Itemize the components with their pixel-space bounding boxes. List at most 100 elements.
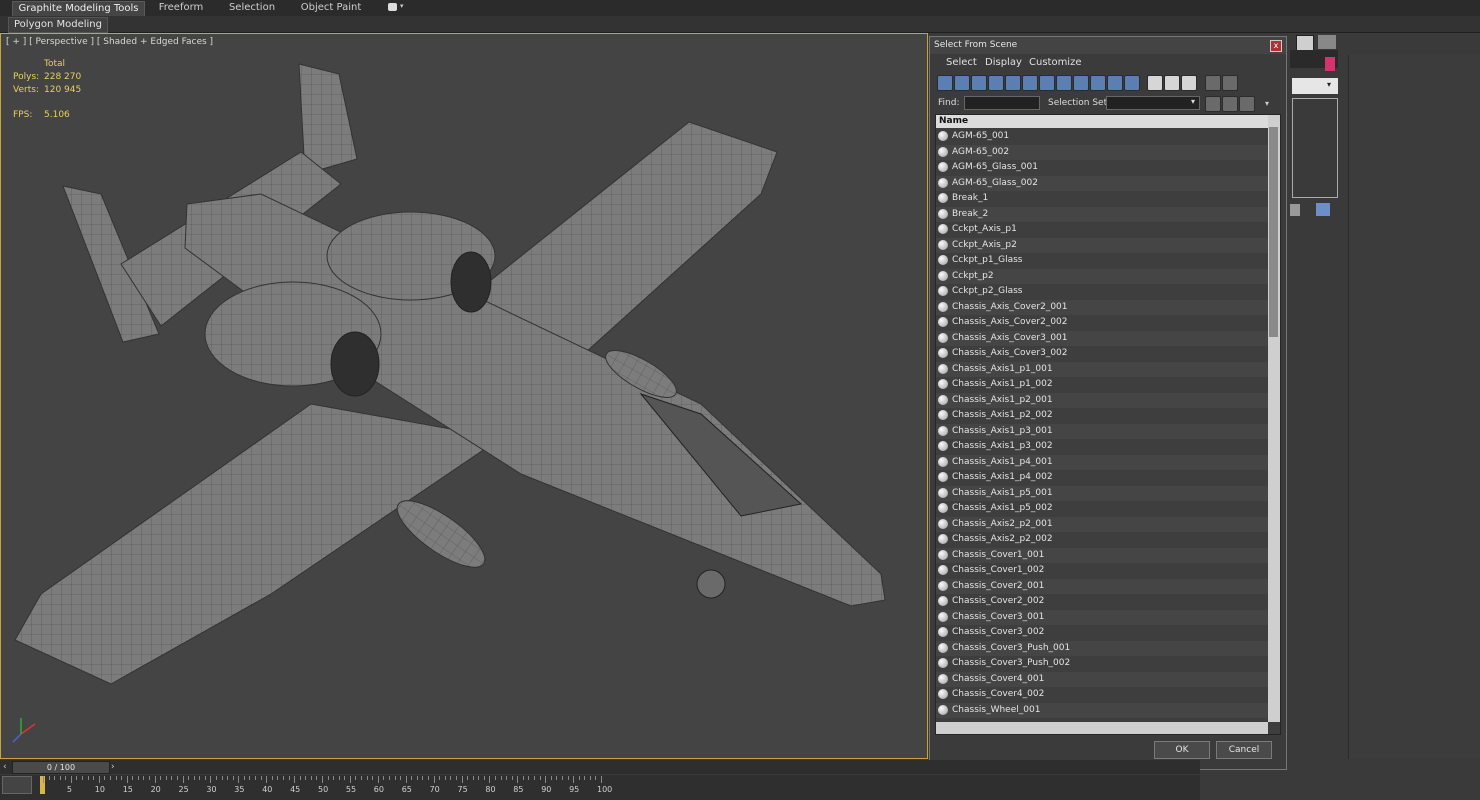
list-item[interactable]: Chassis_Axis2_p2_002 — [936, 532, 1268, 548]
list-item[interactable]: AGM-65_Glass_002 — [936, 175, 1268, 191]
list-item[interactable]: Chassis_Cover3_Push_002 — [936, 656, 1268, 672]
command-dropdown[interactable] — [1292, 78, 1338, 94]
remove-from-set-icon[interactable] — [1239, 96, 1255, 112]
chevron-down-icon[interactable]: ▾ — [400, 2, 404, 10]
selection-set-dropdown[interactable] — [1106, 96, 1200, 110]
list-item[interactable]: Chassis_Axis1_p4_002 — [936, 470, 1268, 486]
list-item[interactable]: Chassis_Axis1_p4_001 — [936, 454, 1268, 470]
menu-display[interactable]: Display — [985, 57, 1022, 68]
aircraft-model[interactable] — [1, 34, 927, 758]
display-cameras-icon[interactable] — [988, 75, 1004, 91]
close-icon[interactable]: x — [1270, 40, 1282, 52]
select-all-icon[interactable] — [1147, 75, 1163, 91]
display-xrefs-icon[interactable] — [1056, 75, 1072, 91]
menu-select[interactable]: Select — [946, 57, 977, 68]
list-item[interactable]: Chassis_Axis1_p3_002 — [936, 439, 1268, 455]
list-item[interactable]: Cckpt_Axis_p1 — [936, 222, 1268, 238]
tab-freeform[interactable]: Freeform — [150, 1, 212, 15]
column-header-name[interactable]: Name — [936, 115, 1268, 128]
tick-mark — [76, 776, 78, 780]
next-frame-icon[interactable]: › — [111, 762, 115, 772]
list-item[interactable]: Cckpt_p1_Glass — [936, 253, 1268, 269]
list-item[interactable]: Cckpt_p2 — [936, 268, 1268, 284]
display-shapes-icon[interactable] — [954, 75, 970, 91]
object-color-swatch[interactable] — [1325, 57, 1335, 71]
tab-polygon-modeling[interactable]: Polygon Modeling — [8, 17, 108, 33]
perspective-viewport[interactable]: [ + ] [ Perspective ] [ Shaded + Edged F… — [0, 33, 928, 759]
chevron-down-icon[interactable]: ▾ — [1327, 80, 1331, 89]
display-containers-icon[interactable] — [1090, 75, 1106, 91]
list-item[interactable]: Cckpt_Axis_p2 — [936, 237, 1268, 253]
toolbar-overflow-icon[interactable]: ▾ — [1265, 99, 1269, 108]
display-icon[interactable] — [1296, 35, 1314, 51]
time-slider-track[interactable] — [0, 760, 1200, 774]
create-set-icon[interactable] — [1205, 96, 1221, 112]
list-item[interactable]: Chassis_Cover4_002 — [936, 687, 1268, 703]
ribbon-options-icon[interactable] — [388, 3, 397, 11]
list-item[interactable]: Chassis_Cover2_002 — [936, 594, 1268, 610]
list-item[interactable]: Cckpt_p2_Glass — [936, 284, 1268, 300]
display-bones-icon[interactable] — [1073, 75, 1089, 91]
add-to-set-icon[interactable] — [1222, 96, 1238, 112]
display-helpers-icon[interactable] — [1005, 75, 1021, 91]
list-item[interactable]: Chassis_Cover3_001 — [936, 609, 1268, 625]
list-item[interactable]: Chassis_Cover1_001 — [936, 547, 1268, 563]
display-spacewarps-icon[interactable] — [1022, 75, 1038, 91]
display-groups-icon[interactable] — [1039, 75, 1055, 91]
list-item[interactable]: Chassis_Axis1_p3_001 — [936, 423, 1268, 439]
mini-curve-editor-icon[interactable] — [2, 776, 32, 794]
display-geometry-icon[interactable] — [937, 75, 953, 91]
list-item[interactable]: Chassis_Cover1_002 — [936, 563, 1268, 579]
list-item[interactable]: Chassis_Cover4_001 — [936, 671, 1268, 687]
list-item[interactable]: Chassis_Axis_Cover3_002 — [936, 346, 1268, 362]
list-item[interactable]: AGM-65_001 — [936, 129, 1268, 145]
time-slider[interactable]: 0 / 100 — [12, 761, 110, 774]
tick-mark — [260, 776, 262, 780]
list-item[interactable]: Chassis_Cover2_001 — [936, 578, 1268, 594]
list-item[interactable]: Chassis_Axis_Cover2_001 — [936, 299, 1268, 315]
list-item[interactable]: Chassis_Axis2_p2_001 — [936, 516, 1268, 532]
list-item[interactable]: AGM-65_Glass_001 — [936, 160, 1268, 176]
modifier-stack[interactable] — [1292, 98, 1338, 198]
list-item[interactable]: Chassis_Axis_Cover2_002 — [936, 315, 1268, 331]
ok-button[interactable]: OK — [1154, 741, 1210, 759]
horizontal-scrollbar[interactable] — [936, 722, 1268, 734]
list-item[interactable]: Chassis_Axis1_p2_001 — [936, 392, 1268, 408]
list-item[interactable]: Chassis_Axis1_p1_002 — [936, 377, 1268, 393]
list-item[interactable]: AGM-65_002 — [936, 144, 1268, 160]
scrollbar-thumb[interactable] — [1269, 127, 1278, 337]
display-lights-icon[interactable] — [971, 75, 987, 91]
filter-options-icon[interactable] — [1222, 75, 1238, 91]
previous-frame-icon[interactable]: ‹ — [3, 762, 7, 772]
dialog-titlebar[interactable]: Select From Scene x — [930, 37, 1286, 54]
configure-icon[interactable] — [1316, 203, 1330, 216]
list-item[interactable]: Break_1 — [936, 191, 1268, 207]
list-item[interactable]: Chassis_Axis1_p2_002 — [936, 408, 1268, 424]
scene-object-list[interactable]: Name AGM-65_001 AGM-65_002 AGM-65_Glass_00… — [935, 114, 1281, 735]
list-item[interactable]: Chassis_Axis1_p5_001 — [936, 485, 1268, 501]
tab-graphite-modeling-tools[interactable]: Graphite Modeling Tools — [12, 1, 145, 16]
list-item[interactable]: Chassis_Axis_Cover3_001 — [936, 330, 1268, 346]
menu-customize[interactable]: Customize — [1029, 57, 1082, 68]
pin-icon[interactable] — [1290, 204, 1300, 216]
list-item[interactable]: Chassis_Axis1_p1_001 — [936, 361, 1268, 377]
list-item[interactable]: Chassis_Cover3_002 — [936, 625, 1268, 641]
tab-object-paint[interactable]: Object Paint — [296, 1, 366, 15]
list-item[interactable]: Chassis_Cover3_Push_001 — [936, 640, 1268, 656]
filter-icon[interactable] — [1205, 75, 1221, 91]
display-frozen-icon[interactable] — [1107, 75, 1123, 91]
invert-selection-icon[interactable] — [1181, 75, 1197, 91]
chevron-down-icon[interactable]: ▾ — [1191, 97, 1195, 106]
select-none-icon[interactable] — [1164, 75, 1180, 91]
cancel-button[interactable]: Cancel — [1216, 741, 1272, 759]
find-input[interactable] — [964, 96, 1040, 110]
tab-selection[interactable]: Selection — [222, 1, 282, 15]
vertical-scrollbar[interactable] — [1268, 115, 1280, 722]
list-item[interactable]: Chassis_Wheel_001 — [936, 702, 1268, 718]
hammer-icon[interactable] — [1318, 35, 1336, 49]
list-item[interactable]: Chassis_Axis1_p5_002 — [936, 501, 1268, 517]
object-type-icon — [938, 642, 948, 653]
display-hidden-icon[interactable] — [1124, 75, 1140, 91]
tick-mark — [422, 776, 424, 780]
list-item[interactable]: Break_2 — [936, 206, 1268, 222]
